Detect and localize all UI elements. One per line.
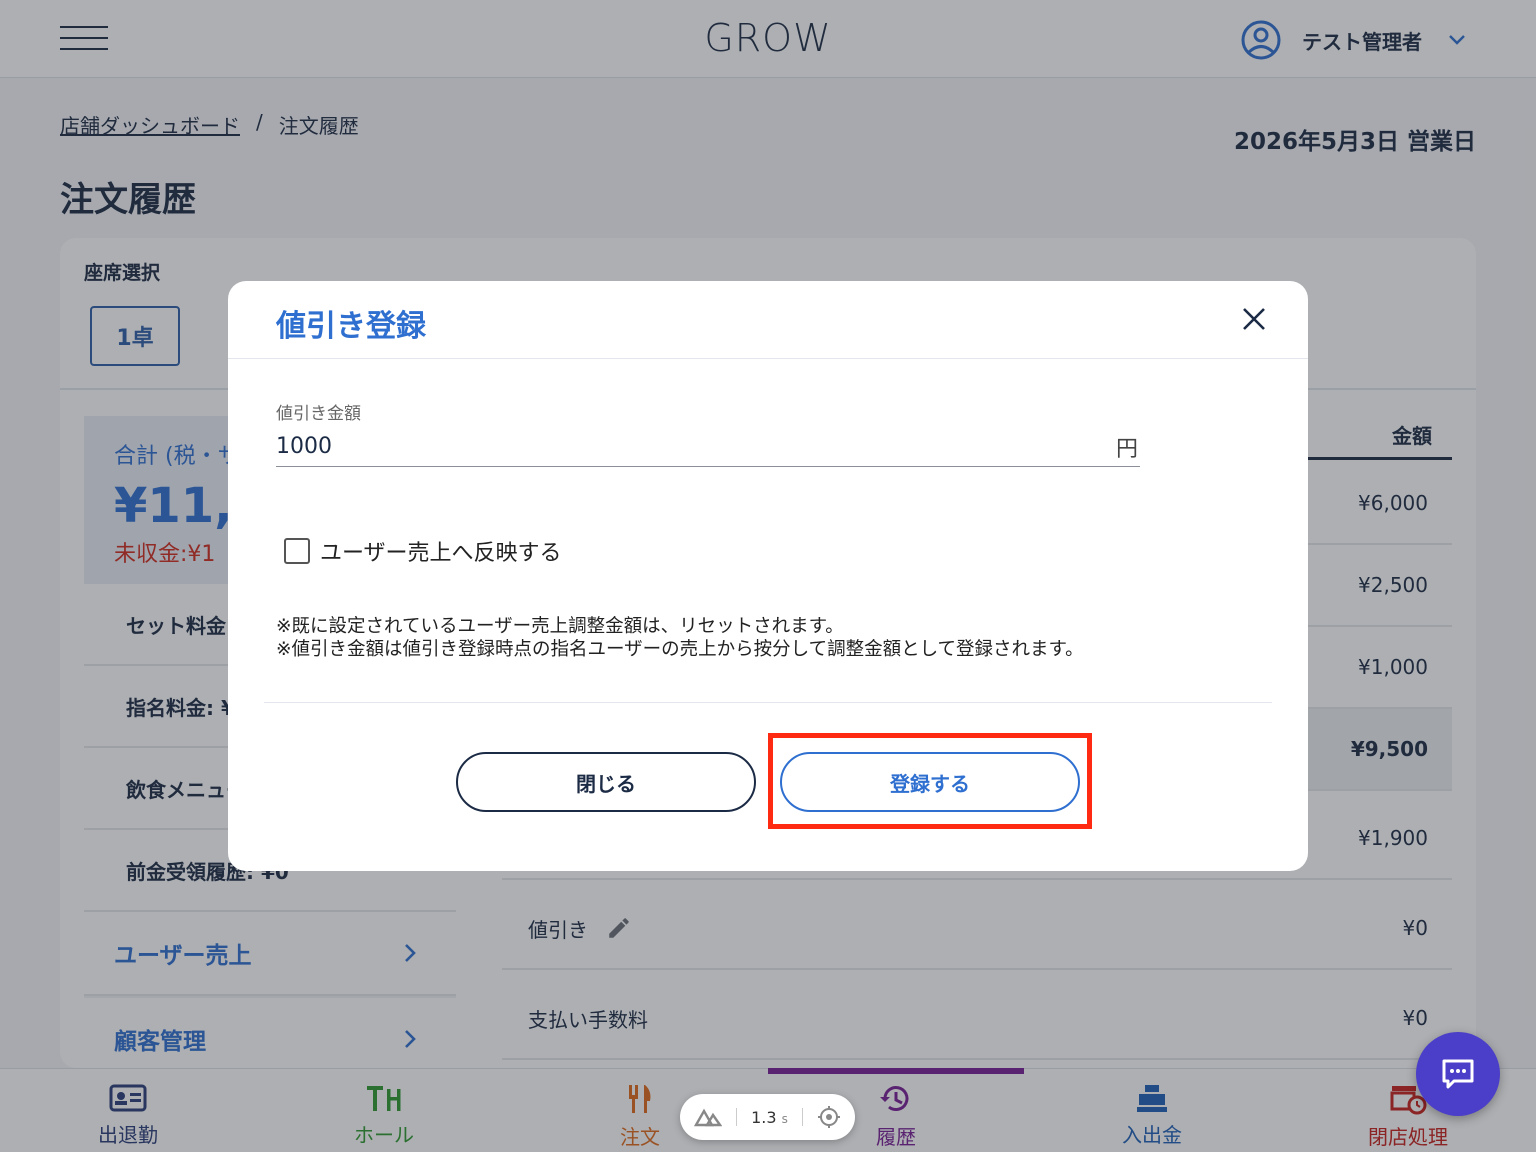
modal-notes: ※既に設定されているユーザー売上調整金額は、リセットされます。 ※値引き金額は値… [276,615,1156,661]
chat-icon [1442,1059,1474,1089]
note-allocation: ※値引き金額は値引き登録時点の指名ユーザーの売上から按分して調整金額として登録さ… [276,639,1084,660]
close-button[interactable]: 閉じる [456,752,756,812]
timer-unit: s [781,1111,788,1126]
perf-timer: 1.3 s [680,1094,855,1140]
timer-number: 1.3 [751,1107,777,1127]
currency-unit: 円 [1115,436,1138,462]
discount-amount-label: 値引き金額 [276,404,361,424]
checkbox-icon[interactable] [284,538,310,564]
nuxt-logo-icon [694,1108,722,1127]
modal-divider [264,702,1272,703]
timer-value: 1.3 s [751,1108,788,1127]
close-icon[interactable] [1238,303,1270,335]
crosshair-icon[interactable] [817,1105,841,1129]
timer-separator [736,1108,738,1126]
checkbox-label: ユーザー売上へ反映する [320,541,562,566]
reflect-user-sales-checkbox[interactable]: ユーザー売上へ反映する [284,535,562,567]
discount-modal: 値引き登録 値引き金額 円 ユーザー売上へ反映する ※既に設定されているユーザー… [228,281,1308,871]
note-reset: ※既に設定されているユーザー売上調整金額は、リセットされます。 [276,616,844,637]
timer-separator [801,1108,803,1126]
discount-amount-input[interactable] [276,434,1056,459]
modal-header: 値引き登録 [228,281,1308,359]
register-button[interactable]: 登録する [780,752,1080,812]
chat-button[interactable] [1416,1032,1500,1116]
discount-amount-field: 円 [276,427,1140,467]
modal-title: 値引き登録 [276,309,426,344]
